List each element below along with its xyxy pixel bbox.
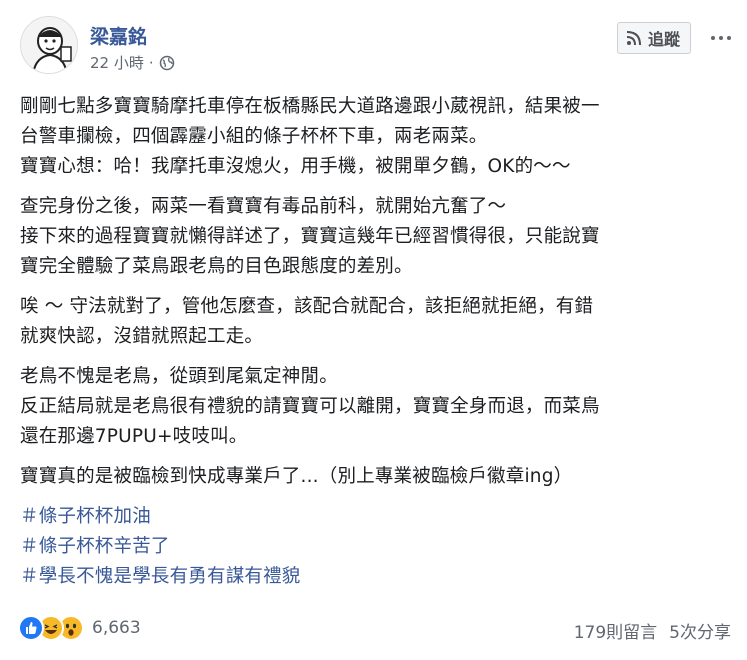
post-line: 台警車攔檢，四個霹靂小組的條子杯杯下車，兩老兩菜。 bbox=[20, 126, 488, 147]
post-line: 寶寶真的是被臨檢到快成專業戶了...（別上專業被臨檢戶徽章ing） bbox=[20, 466, 573, 487]
post-line: 寶寶心想：哈！我摩托車沒熄火，用手機，被開單夕鶴，OK的～～ bbox=[20, 156, 571, 177]
avatar[interactable] bbox=[20, 16, 78, 74]
hashtag-link[interactable]: ＃條子杯杯加油 bbox=[20, 502, 732, 532]
post-body: 剛剛七點多寶寶騎摩托車停在板橋縣民大道路邊跟小葳視訊，結果被一 台警車攔檢，四個… bbox=[20, 92, 732, 592]
follow-button[interactable]: 追蹤 bbox=[616, 22, 691, 54]
post-line: 接下來的過程寶寶就懶得詳述了，寶寶這幾年已經習慣得很，只能說寶 bbox=[20, 226, 600, 247]
meta-separator: · bbox=[148, 53, 154, 72]
globe-icon[interactable] bbox=[159, 55, 175, 71]
hashtag-link[interactable]: ＃條子杯杯辛苦了 bbox=[20, 532, 732, 562]
post-line: 查完身份之後，兩菜一看寶寶有毒品前科，就開始亢奮了～ bbox=[20, 196, 507, 217]
post-time[interactable]: 22 小時 bbox=[90, 52, 144, 73]
comments-count[interactable]: 179則留言 bbox=[574, 618, 657, 643]
post-line: 剛剛七點多寶寶騎摩托車停在板橋縣民大道路邊跟小葳視訊，結果被一 bbox=[20, 96, 600, 117]
post-paragraph: 寶寶真的是被臨檢到快成專業戶了...（別上專業被臨檢戶徽章ing） bbox=[20, 462, 732, 492]
like-reaction-icon bbox=[18, 615, 44, 641]
post-meta: 22 小時 · bbox=[90, 52, 175, 73]
post-paragraph: 老鳥不愧是老鳥，從頭到尾氣定神閒。 反正結局就是老鳥很有禮貌的請寶寶可以離開，寶… bbox=[20, 362, 732, 452]
post-paragraph: 唉 ～ 守法就對了，管他怎麼查，該配合就配合，該拒絕就拒絕，有錯 就爽快認，沒錯… bbox=[20, 292, 732, 352]
follow-label: 追蹤 bbox=[647, 30, 680, 49]
rss-icon bbox=[626, 31, 641, 46]
post-line: 就爽快認，沒錯就照起工走。 bbox=[20, 326, 264, 347]
facebook-post: 梁嘉銘 22 小時 · 追蹤 剛剛七點多寶寶騎摩托車停在板橋縣民大道路邊跟小葳視… bbox=[0, 0, 747, 660]
post-line: 還在那邊7PUPU+吱吱叫。 bbox=[20, 426, 248, 447]
post-header: 梁嘉銘 22 小時 · 追蹤 bbox=[20, 16, 733, 78]
post-line: 老鳥不愧是老鳥，從頭到尾氣定神閒。 bbox=[20, 366, 338, 387]
reaction-count: 6,663 bbox=[92, 618, 141, 638]
post-paragraph: 查完身份之後，兩菜一看寶寶有毒品前科，就開始亢奮了～ 接下來的過程寶寶就懶得詳述… bbox=[20, 192, 732, 282]
more-icon[interactable] bbox=[711, 30, 733, 46]
engagement-stats: 179則留言 5次分享 bbox=[574, 618, 731, 643]
post-footer: 6,663 179則留言 5次分享 bbox=[18, 612, 731, 646]
post-line: 反正結局就是老鳥很有禮貌的請寶寶可以離開，寶寶全身而退，而菜鳥 bbox=[20, 396, 600, 417]
shares-count[interactable]: 5次分享 bbox=[669, 618, 731, 643]
post-line: 唉 ～ 守法就對了，管他怎麼查，該配合就配合，該拒絕就拒絕，有錯 bbox=[20, 296, 594, 317]
hashtag-link[interactable]: ＃學長不愧是學長有勇有謀有禮貌 bbox=[20, 562, 732, 592]
hashtag-list: ＃條子杯杯加油 ＃條子杯杯辛苦了 ＃學長不愧是學長有勇有謀有禮貌 bbox=[20, 502, 732, 592]
author-name[interactable]: 梁嘉銘 bbox=[90, 22, 147, 49]
post-paragraph: 剛剛七點多寶寶騎摩托車停在板橋縣民大道路邊跟小葳視訊，結果被一 台警車攔檢，四個… bbox=[20, 92, 732, 182]
reactions-summary[interactable]: 6,663 bbox=[18, 615, 141, 641]
post-line: 寶完全體驗了菜鳥跟老鳥的目色跟態度的差別。 bbox=[20, 256, 413, 277]
